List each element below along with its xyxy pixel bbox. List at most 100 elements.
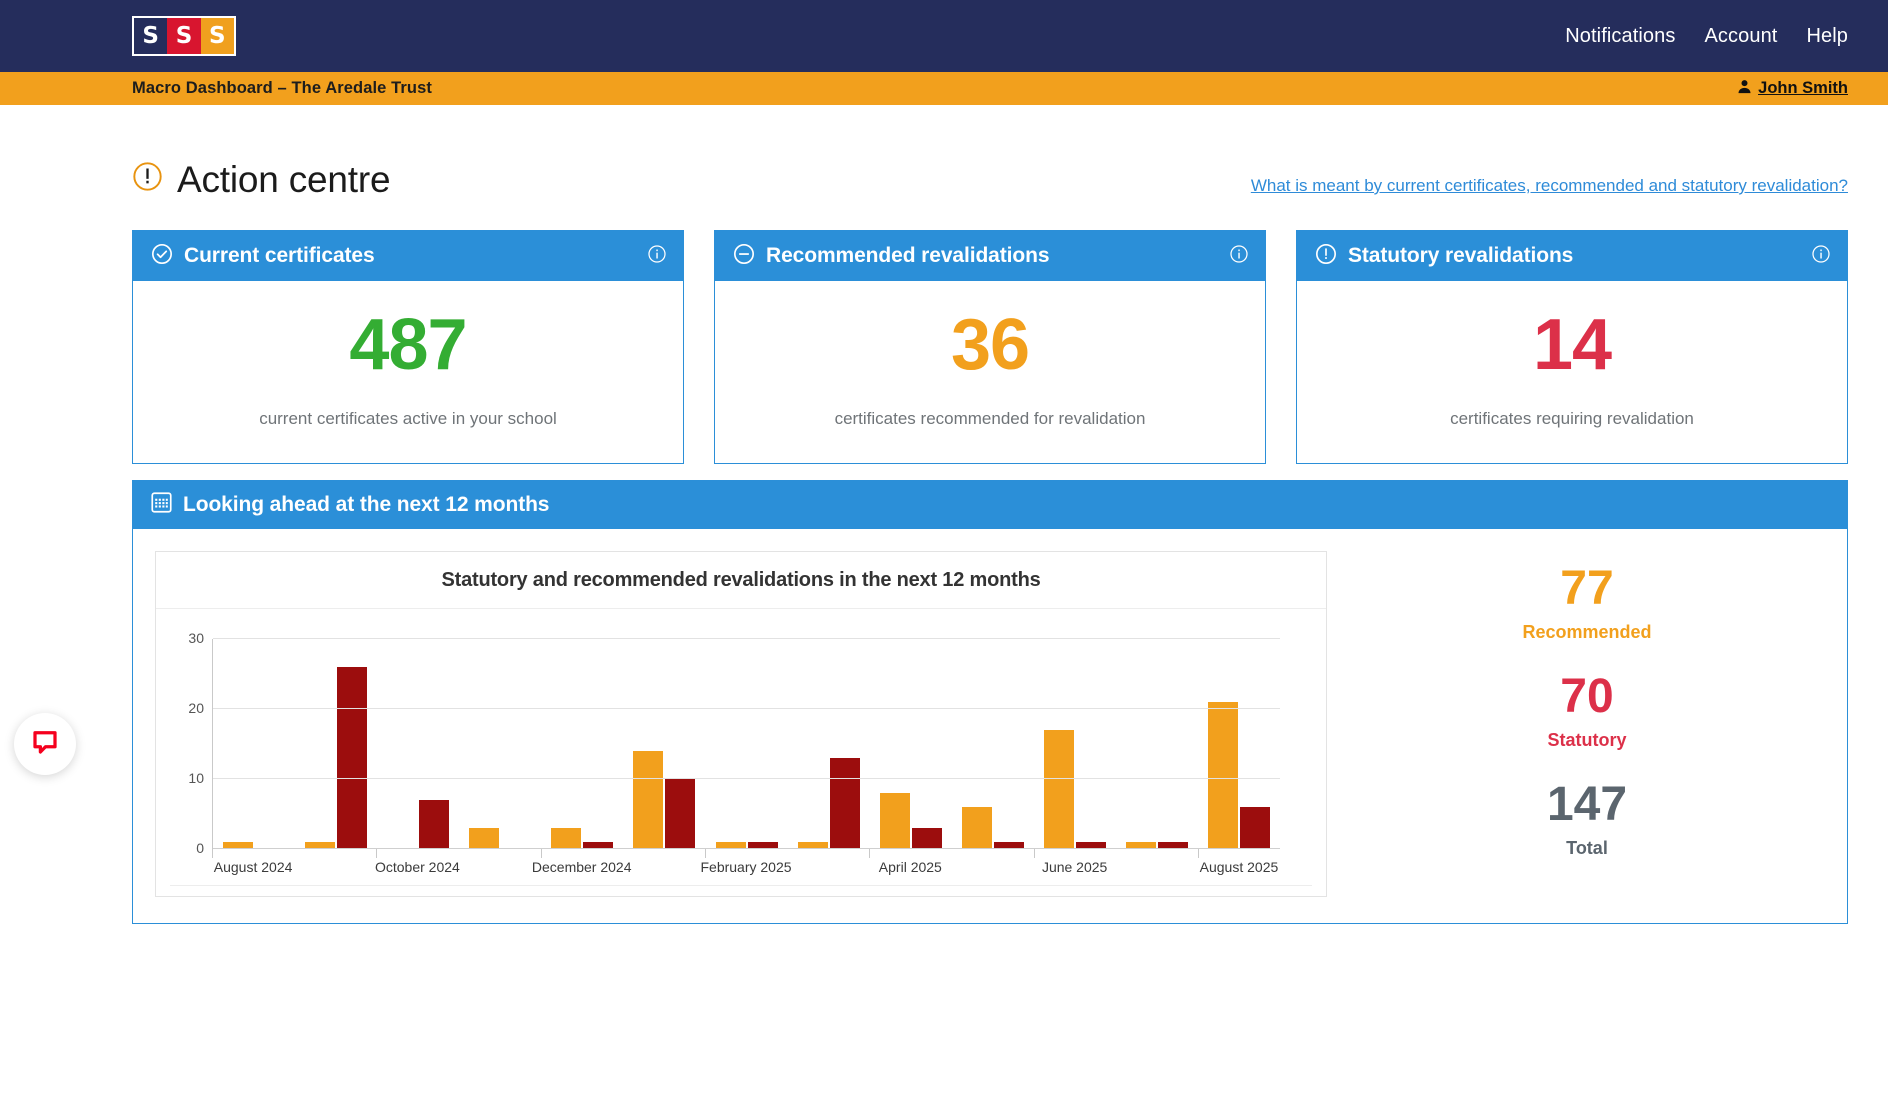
- chart-bar-statutory[interactable]: [1239, 807, 1270, 849]
- dashboard-title: Macro Dashboard – The Aredale Trust: [132, 79, 432, 97]
- card-value: 14: [1532, 305, 1612, 385]
- total-statutory: 70 Statutory: [1547, 673, 1626, 751]
- logo-cell-1: S: [134, 18, 168, 54]
- chart-x-tick-label: June 2025: [1041, 859, 1108, 875]
- chart-x-tick-label: August 2024: [213, 859, 293, 875]
- chart-y-tick: 10: [188, 770, 204, 787]
- action-centre-header: Action centre What is meant by current c…: [132, 153, 1848, 201]
- chart-x-cell: August 2024: [212, 849, 294, 879]
- user-name: John Smith: [1758, 79, 1848, 97]
- chart-title: Statutory and recommended revalidations …: [156, 552, 1326, 609]
- total-recommended-value: 77: [1560, 562, 1614, 615]
- total-all-value: 147: [1546, 778, 1628, 831]
- chart-x-tick-label: December 2024: [531, 859, 632, 875]
- chart-x-tick-mark: [1033, 849, 1035, 858]
- chart-x-tick-label: August 2025: [1199, 859, 1279, 875]
- chart-month-group: [213, 639, 295, 849]
- sss-logo[interactable]: S S S: [132, 16, 236, 56]
- chart-gridline: 20: [188, 700, 1280, 716]
- chart-month-group: [1198, 639, 1280, 849]
- chart-x-tick-mark: [376, 849, 378, 858]
- chart-y-tick: 0: [196, 840, 204, 856]
- chart-month-group: [541, 639, 623, 849]
- chart-x-cell: April 2025: [869, 849, 951, 879]
- card-value: 487: [349, 305, 467, 385]
- card-header: Statutory revalidations: [1297, 231, 1847, 281]
- info-icon[interactable]: [1229, 244, 1249, 269]
- total-recommended: 77 Recommended: [1522, 565, 1651, 643]
- kpi-card-row: Current certificates 487 current certifi…: [132, 230, 1848, 464]
- chart-bar-recommended[interactable]: [961, 807, 992, 849]
- chart-y-tick: 20: [188, 700, 204, 717]
- chart-bar-recommended[interactable]: [879, 793, 910, 849]
- chart-bar-recommended[interactable]: [469, 828, 500, 849]
- chart-bar-recommended[interactable]: [551, 828, 582, 849]
- page-title: Action centre: [132, 159, 391, 201]
- chat-widget-button[interactable]: [14, 713, 76, 775]
- chart-plot-area: 0 10 20 30 August 2024 October 2024 December …: [156, 630, 1290, 879]
- card-title: Recommended revalidations: [766, 244, 1050, 267]
- chart-month-group: [952, 639, 1034, 849]
- chat-bubble-icon: [30, 727, 60, 762]
- exclamation-circle-icon: [132, 159, 163, 201]
- chart-x-cell: [458, 849, 540, 879]
- minus-circle-icon: [733, 243, 755, 270]
- chart-gridline: 10: [188, 770, 1280, 786]
- chart-x-cell: February 2025: [700, 849, 792, 879]
- check-circle-icon: [151, 243, 173, 270]
- looking-ahead-panel: Looking ahead at the next 12 months Stat…: [132, 480, 1848, 924]
- user-account-link[interactable]: John Smith: [1737, 79, 1848, 99]
- definitions-help-link[interactable]: What is meant by current certificates, r…: [1251, 176, 1848, 201]
- chart-x-tick-label: October 2024: [374, 859, 460, 875]
- nav-link-help[interactable]: Help: [1806, 25, 1848, 48]
- card-caption: current certificates active in your scho…: [259, 409, 557, 428]
- user-icon: [1737, 79, 1752, 99]
- card-title: Statutory revalidations: [1348, 244, 1574, 267]
- chart-bar-recommended[interactable]: [1043, 730, 1074, 849]
- card-statutory-revalidations: Statutory revalidations 14 certificates …: [1296, 230, 1848, 464]
- info-icon[interactable]: [1811, 244, 1831, 269]
- top-nav-links: Notifications Account Help: [1565, 25, 1848, 48]
- chart-bar-recommended[interactable]: [1207, 702, 1238, 849]
- totals-summary: 77 Recommended 70 Statutory 147 Total: [1327, 551, 1847, 859]
- page-content: Action centre What is meant by current c…: [0, 153, 1888, 924]
- chart-x-tick-label: February 2025: [700, 859, 792, 875]
- top-navigation-bar: S S S Notifications Account Help: [0, 0, 1888, 72]
- chart-gridline: 30: [188, 630, 1280, 646]
- logo-cell-3: S: [200, 18, 234, 54]
- chart-x-tick-mark: [212, 849, 213, 858]
- chart-x-tick-mark: [869, 849, 871, 858]
- nav-link-notifications[interactable]: Notifications: [1565, 25, 1675, 48]
- card-header: Recommended revalidations: [715, 231, 1265, 281]
- chart-bar-statutory[interactable]: [829, 758, 860, 849]
- info-icon[interactable]: [647, 244, 667, 269]
- chart-bar-recommended[interactable]: [633, 751, 664, 849]
- card-body: 36 certificates recommended for revalida…: [715, 281, 1265, 463]
- exclamation-circle-icon: [1315, 243, 1337, 270]
- chart-bar-statutory[interactable]: [911, 828, 942, 849]
- dashboard-subheader: Macro Dashboard – The Aredale Trust John…: [0, 72, 1888, 105]
- panel-title: Looking ahead at the next 12 months: [183, 493, 550, 516]
- chart-month-group: [1034, 639, 1116, 849]
- chart-plot: 0 10 20 30: [188, 630, 1280, 856]
- card-caption: certificates recommended for revalidatio…: [834, 409, 1146, 428]
- chart-y-tick: 30: [188, 630, 204, 646]
- logo-cell-2: S: [167, 18, 201, 54]
- chart-bar-statutory[interactable]: [419, 800, 450, 849]
- total-recommended-label: Recommended: [1522, 622, 1652, 642]
- panel-body: Statutory and recommended revalidations …: [133, 529, 1847, 923]
- nav-link-account[interactable]: Account: [1704, 25, 1777, 48]
- panel-header: Looking ahead at the next 12 months: [133, 481, 1847, 529]
- chart-month-group: [295, 639, 377, 849]
- chart-x-cell: August 2025: [1197, 849, 1280, 879]
- chart-month-group: [1116, 639, 1198, 849]
- page-title-text: Action centre: [177, 159, 391, 200]
- chart-bar-statutory[interactable]: [665, 779, 696, 849]
- chart-x-axis: August 2024 October 2024 December 2024 Febr…: [212, 849, 1280, 879]
- chart-x-tick-mark: [1197, 849, 1199, 858]
- chart-bar-statutory[interactable]: [337, 667, 368, 849]
- chart-month-group: [870, 639, 952, 849]
- chart-x-cell: December 2024: [532, 849, 632, 879]
- chart-x-cell: October 2024: [374, 849, 460, 879]
- chart-footer-rule: [170, 885, 1312, 886]
